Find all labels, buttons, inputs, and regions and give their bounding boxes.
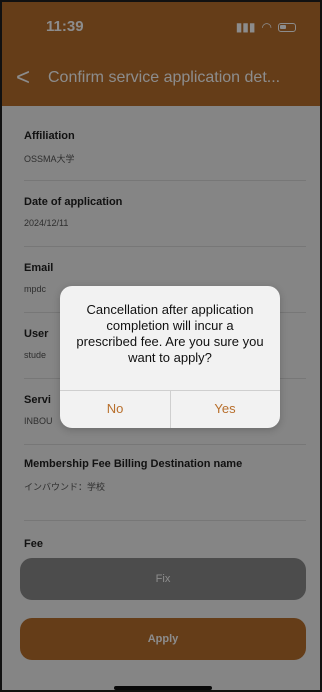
yes-button[interactable]: Yes (170, 390, 280, 428)
confirm-dialog: Cancellation after application completio… (60, 286, 280, 428)
phone-screen: 11:39 ▮▮▮ ◠ < Confirm service applicatio… (0, 0, 322, 692)
no-button[interactable]: No (60, 390, 170, 428)
dialog-message: Cancellation after application completio… (76, 302, 264, 365)
